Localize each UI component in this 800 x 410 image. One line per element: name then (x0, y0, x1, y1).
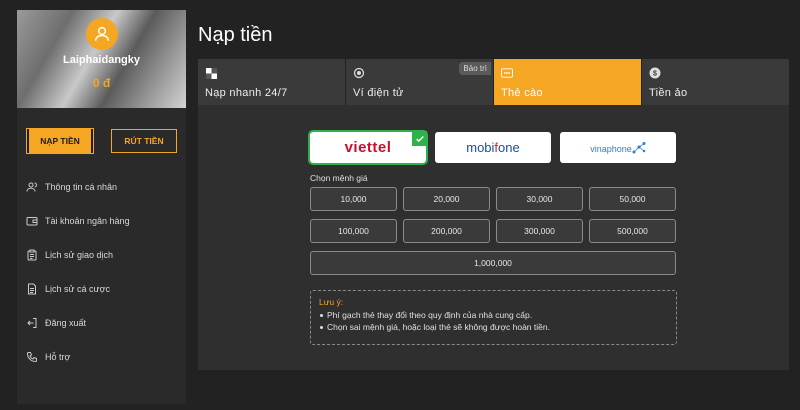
menu-item-label: Lịch sử giao dịch (45, 250, 114, 260)
wallet-actions: NẠP TIỀN RÚT TIỀN (26, 128, 177, 155)
denomination-label: Chọn mệnh giá (310, 173, 368, 183)
tab-label: Tiền ảo (649, 87, 688, 99)
amount-option[interactable]: 10,000 (310, 187, 397, 211)
menu-item-label: Tài khoản ngân hàng (45, 216, 130, 226)
balance: 0 đ (92, 76, 111, 90)
viettel-logo: viettel (344, 139, 392, 156)
account-menu: Thông tin cá nhân Tài khoản ngân hàng Lị… (25, 170, 180, 374)
wallet-icon (25, 214, 39, 228)
phone-icon (25, 350, 39, 364)
carrier-viettel[interactable]: viettel (308, 130, 428, 165)
menu-item-logout[interactable]: Đăng xuất (25, 306, 180, 340)
menu-item-profile[interactable]: Thông tin cá nhân (25, 170, 180, 204)
amount-option[interactable]: 1,000,000 (310, 251, 676, 275)
amount-option[interactable]: 500,000 (589, 219, 676, 243)
menu-item-transaction-history[interactable]: Lịch sử giao dịch (25, 238, 180, 272)
amount-option[interactable]: 20,000 (403, 187, 490, 211)
document-icon (25, 282, 39, 296)
maintenance-badge: Bảo trì (459, 62, 491, 75)
carrier-mobifone[interactable]: mobifone (435, 132, 551, 163)
username: Laiphaidangky (62, 54, 141, 66)
amount-option[interactable]: 300,000 (496, 219, 583, 243)
menu-item-bet-history[interactable]: Lịch sử cá cược (25, 272, 180, 306)
checkmark-icon (412, 131, 427, 146)
notice-title: Lưu ý: (319, 297, 344, 307)
menu-item-label: Hỗ trợ (45, 352, 71, 362)
payment-method-tabs: Nạp nhanh 24/7 Bảo trì Ví điện tử Thẻ cà… (198, 59, 789, 105)
carrier-selector: viettel mobifone vinaphone (308, 130, 676, 165)
checker-icon (205, 67, 217, 79)
notice-item: Chọn sai mệnh giá, hoặc loại thẻ sẽ khôn… (320, 322, 668, 332)
sidebar: Laiphaidangky 0 đ NẠP TIỀN RÚT TIỀN Thôn… (17, 10, 186, 404)
scratch-card-panel: viettel mobifone vinaphone Chọn mệnh giá… (198, 105, 789, 370)
card-icon (501, 67, 513, 79)
denomination-grid: 10,000 20,000 30,000 50,000 100,000 200,… (310, 187, 677, 275)
page-title: Nạp tiền (198, 24, 273, 46)
withdraw-button[interactable]: RÚT TIỀN (111, 129, 177, 153)
logout-icon (25, 316, 39, 330)
tab-quick-deposit[interactable]: Nạp nhanh 24/7 (198, 59, 345, 105)
menu-item-label: Thông tin cá nhân (45, 182, 118, 192)
profile-card: Laiphaidangky 0 đ (17, 10, 186, 108)
menu-item-bank-account[interactable]: Tài khoản ngân hàng (25, 204, 180, 238)
notice-list: Phí gạch thẻ thay đổi theo quy định của … (319, 310, 668, 332)
amount-option[interactable]: 200,000 (403, 219, 490, 243)
tab-label: Thẻ cào (501, 87, 543, 99)
menu-item-label: Đăng xuất (45, 318, 87, 328)
notice-box: Lưu ý: Phí gạch thẻ thay đổi theo quy đị… (310, 290, 677, 345)
amount-option[interactable]: 30,000 (496, 187, 583, 211)
tab-label: Nạp nhanh 24/7 (205, 87, 288, 99)
tab-scratch-card[interactable]: Thẻ cào (494, 59, 641, 105)
amount-option[interactable]: 100,000 (310, 219, 397, 243)
vinaphone-logo: vinaphone (590, 141, 646, 154)
avatar[interactable] (86, 18, 118, 50)
dollar-coin-icon: $ (649, 67, 661, 79)
menu-item-label: Lịch sử cá cược (45, 284, 110, 294)
amount-option[interactable]: 50,000 (589, 187, 676, 211)
menu-item-support[interactable]: Hỗ trợ (25, 340, 180, 374)
mobifone-logo: mobifone (466, 140, 520, 155)
clipboard-icon (25, 248, 39, 262)
user-icon (94, 26, 110, 41)
target-icon (353, 67, 365, 79)
carrier-vinaphone[interactable]: vinaphone (560, 132, 676, 163)
tab-crypto[interactable]: $ Tiền ảo (642, 59, 789, 105)
tab-label: Ví điện tử (353, 87, 404, 99)
notice-item: Phí gạch thẻ thay đổi theo quy định của … (320, 310, 668, 320)
deposit-button[interactable]: NẠP TIỀN (26, 128, 94, 154)
user-icon (25, 180, 39, 194)
tab-e-wallet[interactable]: Bảo trì Ví điện tử (346, 59, 493, 105)
svg-text:$: $ (653, 71, 657, 78)
